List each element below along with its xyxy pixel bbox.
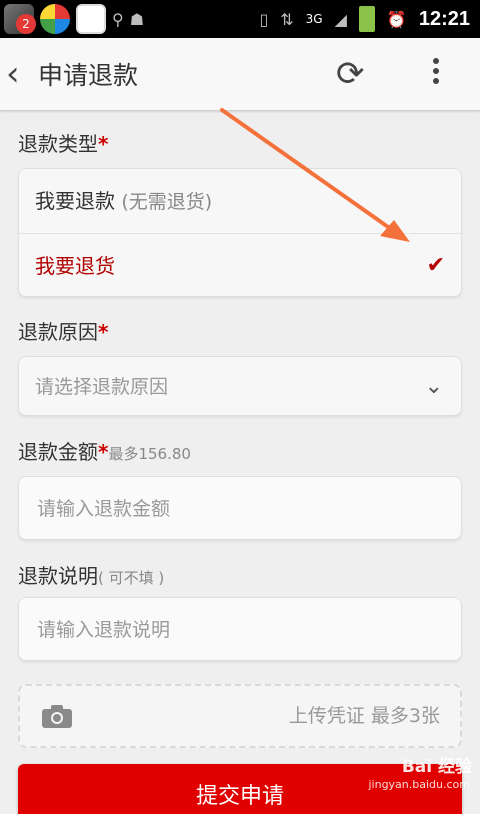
- refund-type-card: 我要退款 (无需退货) 我要退货 ✔: [18, 168, 462, 297]
- signal-icon: ◢: [334, 9, 347, 29]
- refund-reason-label: 退款原因*: [18, 320, 109, 344]
- app-notification-icon: 2: [4, 4, 36, 34]
- store-app-icon: [76, 4, 106, 34]
- status-bar: 2 ⚲ ☗ ▯ ⇅ 3G ◢ ⏰ 12:21: [0, 0, 480, 38]
- data-hplus-icon: ⇅: [280, 9, 294, 29]
- android-debug-icon: ☗: [129, 9, 145, 29]
- app-header: ‹ 申请退款 ⟳: [0, 38, 480, 111]
- clock: 12:21: [418, 7, 470, 30]
- max-amount-hint: 最多156.80: [108, 445, 191, 463]
- battery-icon: [358, 6, 375, 32]
- vibrate-icon: ▯: [259, 9, 269, 29]
- camera-icon: [42, 705, 72, 728]
- pinwheel-app-icon: [40, 4, 70, 34]
- refund-reason-select[interactable]: 请选择退款原因 ⌄: [18, 356, 462, 416]
- back-icon[interactable]: ‹: [6, 52, 28, 96]
- watermark-url: jingyan.baidu.com: [368, 778, 470, 791]
- overflow-menu-icon[interactable]: [426, 58, 446, 90]
- system-icons: ▯ ⇅ 3G ◢ ⏰ 12:21: [259, 0, 470, 38]
- chevron-down-icon: ⌄: [424, 374, 443, 399]
- upload-label: 上传凭证 最多3张: [288, 705, 440, 727]
- refund-type-label: 退款类型*: [18, 132, 109, 156]
- upload-proof-button[interactable]: 上传凭证 最多3张: [18, 684, 462, 748]
- refund-amount-input[interactable]: 请输入退款金额: [18, 476, 462, 540]
- option-refund-only[interactable]: 我要退款 (无需退货): [19, 169, 461, 233]
- page-title: 申请退款: [38, 61, 139, 90]
- network-type: 3G: [305, 12, 323, 26]
- refund-note-label: 退款说明( 可不填 ): [18, 564, 165, 588]
- refund-note-input[interactable]: 请输入退款说明: [18, 597, 462, 661]
- notification-area: 2 ⚲ ☗: [4, 3, 144, 35]
- optional-hint: ( 可不填 ): [98, 569, 165, 587]
- notification-count-badge: 2: [16, 14, 36, 34]
- watermark-logo: Bai 经验: [401, 757, 472, 777]
- usb-icon: ⚲: [112, 9, 124, 29]
- alarm-icon: ⏰: [386, 9, 407, 29]
- option-return-goods[interactable]: 我要退货 ✔: [19, 234, 461, 298]
- checkmark-icon: ✔: [426, 253, 445, 278]
- refund-amount-label: 退款金额*最多156.80: [18, 440, 191, 464]
- refresh-icon[interactable]: ⟳: [336, 56, 365, 92]
